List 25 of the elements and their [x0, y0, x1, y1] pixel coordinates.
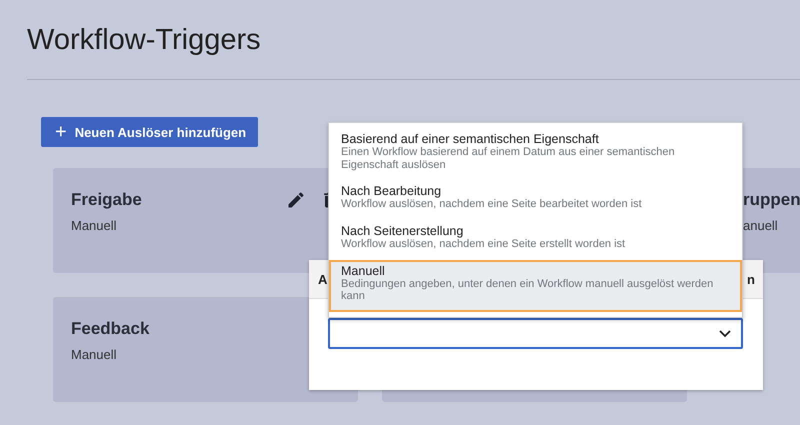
- card-title: ruppen: [743, 190, 800, 210]
- option-description: Bedingungen angeben, unter denen ein Workflow manuell ausgelöst werden kann: [341, 278, 714, 303]
- dialog-header-text: n: [747, 272, 755, 286]
- chevron-down-icon: [719, 330, 731, 338]
- dropdown-option[interactable]: Basierend auf einer semantischen Eigenschaft Einen Workflow basierend auf einem Datum aus einer semantischen Eigenschaft auslösen: [329, 128, 742, 180]
- option-description: Workflow auslösen, nachdem eine Seite erstellt worden ist: [341, 238, 626, 251]
- option-description: Einen Workflow basierend auf einem Datum aus einer semantischen Eigenschaft auslösen: [341, 146, 676, 172]
- card-subtitle: Manuell: [71, 218, 118, 233]
- add-trigger-button[interactable]: + Neuen Auslöser hinzufügen: [41, 117, 258, 147]
- option-label: Nach Seitenerstellung: [341, 224, 464, 238]
- option-label: Nach Bearbeitung: [341, 184, 442, 198]
- card-subtitle: Manuell: [71, 347, 118, 362]
- option-label: Manuell: [341, 264, 386, 278]
- card-title: Freigabe: [71, 190, 143, 210]
- pencil-icon[interactable]: [286, 190, 306, 210]
- card-title: Feedback: [71, 319, 150, 339]
- dialog-header-text: A: [318, 272, 328, 286]
- dropdown-option[interactable]: Manuell Bedingungen angeben, unter denen ein Workflow manuell ausgelöst werden kann: [329, 260, 742, 312]
- dropdown-option[interactable]: Nach Bearbeitung Workflow auslösen, nachdem eine Seite bearbeitet worden ist: [329, 180, 742, 220]
- trigger-select[interactable]: [328, 318, 743, 349]
- dropdown-option[interactable]: Nach Seitenerstellung Workflow auslösen, nachdem eine Seite erstellt worden ist: [329, 220, 742, 260]
- page-title: Workflow-Triggers: [27, 24, 261, 57]
- option-description: Workflow auslösen, nachdem eine Seite bearbeitet worden ist: [341, 198, 643, 211]
- option-label: Basierend auf einer semantischen Eigenschaft: [341, 132, 600, 146]
- card-subtitle: anuell: [743, 218, 779, 233]
